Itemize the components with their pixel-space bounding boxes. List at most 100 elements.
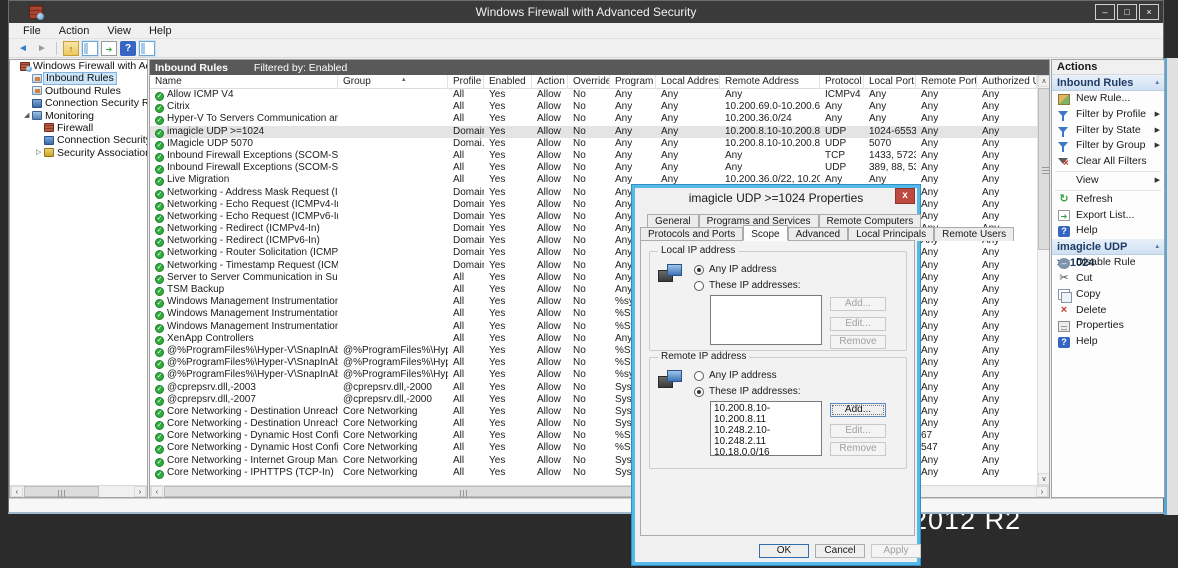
menu-action[interactable]: Action bbox=[51, 24, 98, 38]
edit--button[interactable]: Edit... bbox=[830, 317, 886, 331]
up-level-icon[interactable]: ↑ bbox=[63, 41, 79, 56]
tree-item-inbound-rules[interactable]: Inbound Rules bbox=[10, 72, 147, 84]
ok-button[interactable]: OK bbox=[759, 544, 809, 558]
title-bar[interactable]: Windows Firewall with Advanced Security … bbox=[9, 1, 1163, 23]
action-filter-by-state[interactable]: Filter by State▶ bbox=[1052, 123, 1164, 139]
ip-address-entry[interactable]: 10.248.2.10-10.248.2.11 bbox=[714, 425, 818, 447]
actions-section-inbound-rules[interactable]: Inbound Rules▴ bbox=[1052, 75, 1164, 91]
column-header-local-port[interactable]: Local Port bbox=[864, 75, 916, 89]
tree-h-scrollbar[interactable]: ‹ › bbox=[10, 485, 147, 498]
tree-item-outbound-rules[interactable]: Outbound Rules bbox=[10, 85, 147, 97]
scroll-left-icon[interactable]: ‹ bbox=[11, 486, 23, 497]
local-ip-listbox[interactable] bbox=[710, 295, 822, 345]
scroll-right-icon[interactable]: › bbox=[134, 486, 146, 497]
list-v-scrollbar[interactable]: ∧ ∨ bbox=[1037, 75, 1050, 485]
local-any-ip-radio[interactable]: Any IP address bbox=[694, 264, 777, 275]
tree-item-security-associations[interactable]: ▷Security Associations bbox=[10, 147, 147, 159]
column-header-override[interactable]: Override bbox=[568, 75, 610, 89]
expanded-arrow-icon[interactable]: ◢ bbox=[24, 110, 29, 122]
remote-these-ip-radio[interactable]: These IP addresses: bbox=[694, 386, 801, 397]
action-help[interactable]: ?Help bbox=[1052, 223, 1164, 239]
rule-row[interactable]: ✓imagicle UDP >=1024DomainYesAllowNoAnyA… bbox=[150, 126, 1037, 138]
scrollbar-thumb[interactable] bbox=[24, 486, 99, 497]
tab-advanced[interactable]: Advanced bbox=[788, 227, 848, 241]
tab-remote-users[interactable]: Remote Users bbox=[934, 227, 1014, 241]
tree-item-connection-security-rules[interactable]: Connection Security Rules bbox=[10, 97, 147, 109]
local-these-ip-radio[interactable]: These IP addresses: bbox=[694, 280, 801, 291]
remote-ip-listbox[interactable]: 10.200.8.10-10.200.8.1110.248.2.10-10.24… bbox=[710, 401, 822, 456]
rule-row[interactable]: ✓Inbound Firewall Exceptions (SCOM-SCCM-… bbox=[150, 150, 1037, 162]
apply-button[interactable]: Apply bbox=[871, 544, 921, 558]
edit--button[interactable]: Edit... bbox=[830, 424, 886, 438]
tab-protocols-and-ports[interactable]: Protocols and Ports bbox=[640, 227, 743, 241]
column-header-remote-address[interactable]: Remote Address bbox=[720, 75, 820, 89]
back-icon[interactable]: ◄ bbox=[15, 41, 31, 56]
column-header-remote-port[interactable]: Remote Port bbox=[916, 75, 977, 89]
action-view[interactable]: View▶ bbox=[1052, 173, 1164, 189]
tab-scope[interactable]: Scope bbox=[743, 225, 787, 241]
column-header-profile[interactable]: Profile bbox=[448, 75, 484, 89]
remove-button[interactable]: Remove bbox=[830, 442, 886, 456]
action-cut[interactable]: ✂Cut bbox=[1052, 271, 1164, 287]
rule-row[interactable]: ✓Allow ICMP V4AllYesAllowNoAnyAnyAnyICMP… bbox=[150, 89, 1037, 101]
action-properties[interactable]: Properties bbox=[1052, 318, 1164, 334]
menu-view[interactable]: View bbox=[99, 24, 139, 38]
rule-row[interactable]: ✓Hyper-V To Servers Communication and Mo… bbox=[150, 113, 1037, 125]
action-export-list-[interactable]: ➔Export List... bbox=[1052, 208, 1164, 224]
column-header-program[interactable]: Program bbox=[610, 75, 656, 89]
show-console-tree-icon[interactable] bbox=[82, 41, 98, 56]
scroll-left-icon[interactable]: ‹ bbox=[151, 486, 163, 497]
menu-file[interactable]: File bbox=[15, 24, 49, 38]
column-header-local-address[interactable]: Local Address bbox=[656, 75, 720, 89]
tab-general[interactable]: General bbox=[647, 214, 699, 228]
minimize-button[interactable]: – bbox=[1095, 4, 1115, 20]
tree-item-monitoring[interactable]: ◢Monitoring bbox=[10, 110, 147, 122]
action-filter-by-profile[interactable]: Filter by Profile▶ bbox=[1052, 107, 1164, 123]
column-header-name[interactable]: Name bbox=[150, 75, 338, 89]
rule-row[interactable]: ✓IMagicle UDP 5070Domai...YesAllowNoAnyA… bbox=[150, 138, 1037, 150]
ip-address-entry[interactable]: 10.18.0.0/16 bbox=[714, 447, 818, 458]
action-disable-rule[interactable]: –Disable Rule bbox=[1052, 255, 1164, 271]
tab-local-principals[interactable]: Local Principals bbox=[848, 227, 934, 241]
scrollbar-thumb[interactable] bbox=[1038, 88, 1050, 250]
remote-any-ip-radio[interactable]: Any IP address bbox=[694, 370, 777, 381]
add--button[interactable]: Add... bbox=[830, 403, 886, 417]
dialog-title-bar[interactable]: imagicle UDP >=1024 Properties x bbox=[635, 188, 917, 208]
show-action-pane-icon[interactable] bbox=[139, 41, 155, 56]
remove-button[interactable]: Remove bbox=[830, 335, 886, 349]
scroll-right-icon[interactable]: › bbox=[1036, 486, 1048, 497]
maximize-button[interactable]: □ bbox=[1117, 4, 1137, 20]
scroll-up-icon[interactable]: ∧ bbox=[1038, 75, 1050, 87]
scroll-down-icon[interactable]: ∨ bbox=[1038, 473, 1050, 485]
action-filter-by-group[interactable]: Filter by Group▶ bbox=[1052, 138, 1164, 154]
forward-icon[interactable]: ► bbox=[34, 41, 50, 56]
rule-row[interactable]: ✓CitrixAllYesAllowNoAnyAny10.200.69.0-10… bbox=[150, 101, 1037, 113]
menu-help[interactable]: Help bbox=[141, 24, 180, 38]
column-header-group[interactable]: Group▲ bbox=[338, 75, 448, 89]
collapsed-arrow-icon[interactable]: ▷ bbox=[36, 147, 41, 159]
add--button[interactable]: Add... bbox=[830, 297, 886, 311]
close-button[interactable]: × bbox=[1139, 4, 1159, 20]
help-icon[interactable]: ? bbox=[120, 41, 136, 56]
tree-item-windows-firewall-with-advance[interactable]: Windows Firewall with Advance bbox=[10, 60, 147, 72]
column-header-protocol[interactable]: Protocol bbox=[820, 75, 864, 89]
collapse-icon[interactable]: ▴ bbox=[1155, 75, 1159, 91]
column-header-authorized-user[interactable]: Authorized User bbox=[977, 75, 1037, 89]
action-refresh[interactable]: ↻Refresh bbox=[1052, 192, 1164, 208]
export-list-icon[interactable]: ➔ bbox=[101, 41, 117, 56]
action-delete[interactable]: ×Delete bbox=[1052, 303, 1164, 319]
collapse-icon[interactable]: ▴ bbox=[1155, 239, 1159, 255]
action-new-rule-[interactable]: New Rule... bbox=[1052, 91, 1164, 107]
actions-section-imagicle-udp-1024[interactable]: imagicle UDP >=1024▴ bbox=[1052, 239, 1164, 255]
cancel-button[interactable]: Cancel bbox=[815, 544, 865, 558]
column-header-action[interactable]: Action bbox=[532, 75, 568, 89]
ip-address-entry[interactable]: 10.200.8.10-10.200.8.11 bbox=[714, 403, 818, 425]
rule-row[interactable]: ✓Inbound Firewall Exceptions (SCOM-SCCM-… bbox=[150, 162, 1037, 174]
tree-item-connection-security-rul[interactable]: Connection Security Rul bbox=[10, 134, 147, 146]
action-copy[interactable]: Copy bbox=[1052, 287, 1164, 303]
action-clear-all-filters[interactable]: Clear All Filters bbox=[1052, 154, 1164, 170]
action-help[interactable]: ?Help bbox=[1052, 334, 1164, 350]
column-header-enabled[interactable]: Enabled bbox=[484, 75, 532, 89]
tab-remote-computers[interactable]: Remote Computers bbox=[819, 214, 922, 228]
dialog-close-button[interactable]: x bbox=[895, 188, 915, 204]
